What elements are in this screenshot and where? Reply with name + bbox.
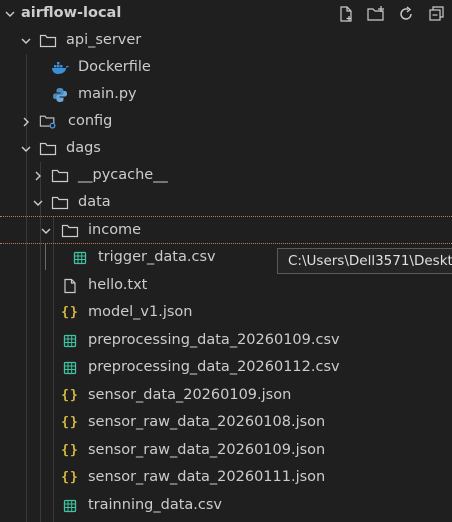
file-label: Dockerfile (78, 59, 151, 75)
file-label: preprocessing_data_20260109.csv (88, 332, 340, 348)
folder-open-icon (61, 217, 79, 244)
root-folder-label: airflow-local (21, 5, 122, 21)
tree-file-model-v1[interactable]: {} model_v1.json (0, 299, 452, 326)
folder-label: config (68, 113, 113, 129)
tree-file-sensor-data-0109[interactable]: {} sensor_data_20260109.json (0, 382, 452, 409)
csv-table-icon (61, 492, 79, 519)
tree-file-sensor-raw-0111[interactable]: {} sensor_raw_data_20260111.json (0, 464, 452, 491)
tree-folder-config[interactable]: config (0, 108, 452, 135)
file-label: hello.txt (88, 277, 148, 293)
tree-file-sensor-raw-0108[interactable]: {} sensor_raw_data_20260108.json (0, 409, 452, 436)
json-braces-icon: {} (61, 443, 79, 458)
file-label: sensor_raw_data_20260108.json (88, 414, 326, 430)
chevron-down-icon (38, 217, 54, 244)
docker-icon (51, 54, 69, 81)
tree-file-hello[interactable]: hello.txt (0, 272, 452, 299)
folder-label: api_server (66, 32, 142, 48)
csv-table-icon (61, 354, 79, 381)
tree-file-sensor-raw-0109[interactable]: {} sensor_raw_data_20260109.json (0, 437, 452, 464)
file-label: sensor_raw_data_20260111.json (88, 469, 326, 485)
folder-open-icon (39, 135, 57, 162)
file-label: model_v1.json (88, 304, 193, 320)
file-label: sensor_raw_data_20260109.json (88, 442, 326, 458)
tree-file-main-py[interactable]: main.py (0, 81, 452, 108)
folder-label: __pycache__ (78, 167, 168, 183)
tree-file-preprocessing-0109[interactable]: preprocessing_data_20260109.csv (0, 327, 452, 354)
new-folder-icon[interactable] (366, 4, 386, 24)
tree-folder-dags[interactable]: dags (0, 135, 452, 162)
json-braces-icon: {} (61, 470, 79, 485)
folder-label: income (88, 222, 142, 238)
tree-folder-income[interactable]: income (0, 217, 452, 244)
tree-file-preprocessing-0112[interactable]: preprocessing_data_20260112.csv (0, 354, 452, 381)
explorer-actions (336, 0, 446, 27)
file-label: main.py (78, 86, 137, 102)
file-label: trigger_data.csv (98, 249, 216, 265)
chevron-right-icon (18, 108, 34, 135)
json-braces-icon: {} (61, 415, 79, 430)
new-file-icon[interactable] (336, 4, 356, 24)
tree-file-trainning-data[interactable]: trainning_data.csv (0, 492, 452, 519)
json-braces-icon: {} (61, 388, 79, 403)
csv-table-icon (61, 327, 79, 354)
folder-config-icon (39, 108, 57, 135)
tree-folder-api-server[interactable]: api_server (0, 27, 452, 54)
chevron-down-icon (30, 189, 46, 216)
csv-table-icon (71, 244, 89, 271)
folder-label: dags (66, 140, 101, 156)
chevron-right-icon (30, 162, 46, 189)
chevron-down-icon (2, 0, 18, 27)
file-label: preprocessing_data_20260112.csv (88, 359, 340, 375)
json-braces-icon: {} (61, 305, 79, 320)
chevron-down-icon (18, 27, 34, 54)
folder-open-icon (39, 27, 57, 54)
explorer-root-folder[interactable]: airflow-local (0, 0, 452, 27)
tree-folder-data[interactable]: data (0, 189, 452, 216)
refresh-icon[interactable] (396, 4, 416, 24)
folder-open-icon (51, 189, 69, 216)
folder-label: data (78, 194, 111, 210)
chevron-down-icon (18, 135, 34, 162)
tree-file-dockerfile[interactable]: Dockerfile (0, 54, 452, 81)
collapse-all-icon[interactable] (426, 4, 446, 24)
folder-icon (51, 162, 69, 189)
python-icon (51, 81, 69, 108)
text-file-icon (61, 272, 79, 299)
path-tooltip: C:\Users\Dell3571\Desktop (277, 248, 452, 274)
tree-folder-pycache[interactable]: __pycache__ (0, 162, 452, 189)
file-label: sensor_data_20260109.json (88, 387, 292, 403)
file-label: trainning_data.csv (88, 497, 222, 513)
